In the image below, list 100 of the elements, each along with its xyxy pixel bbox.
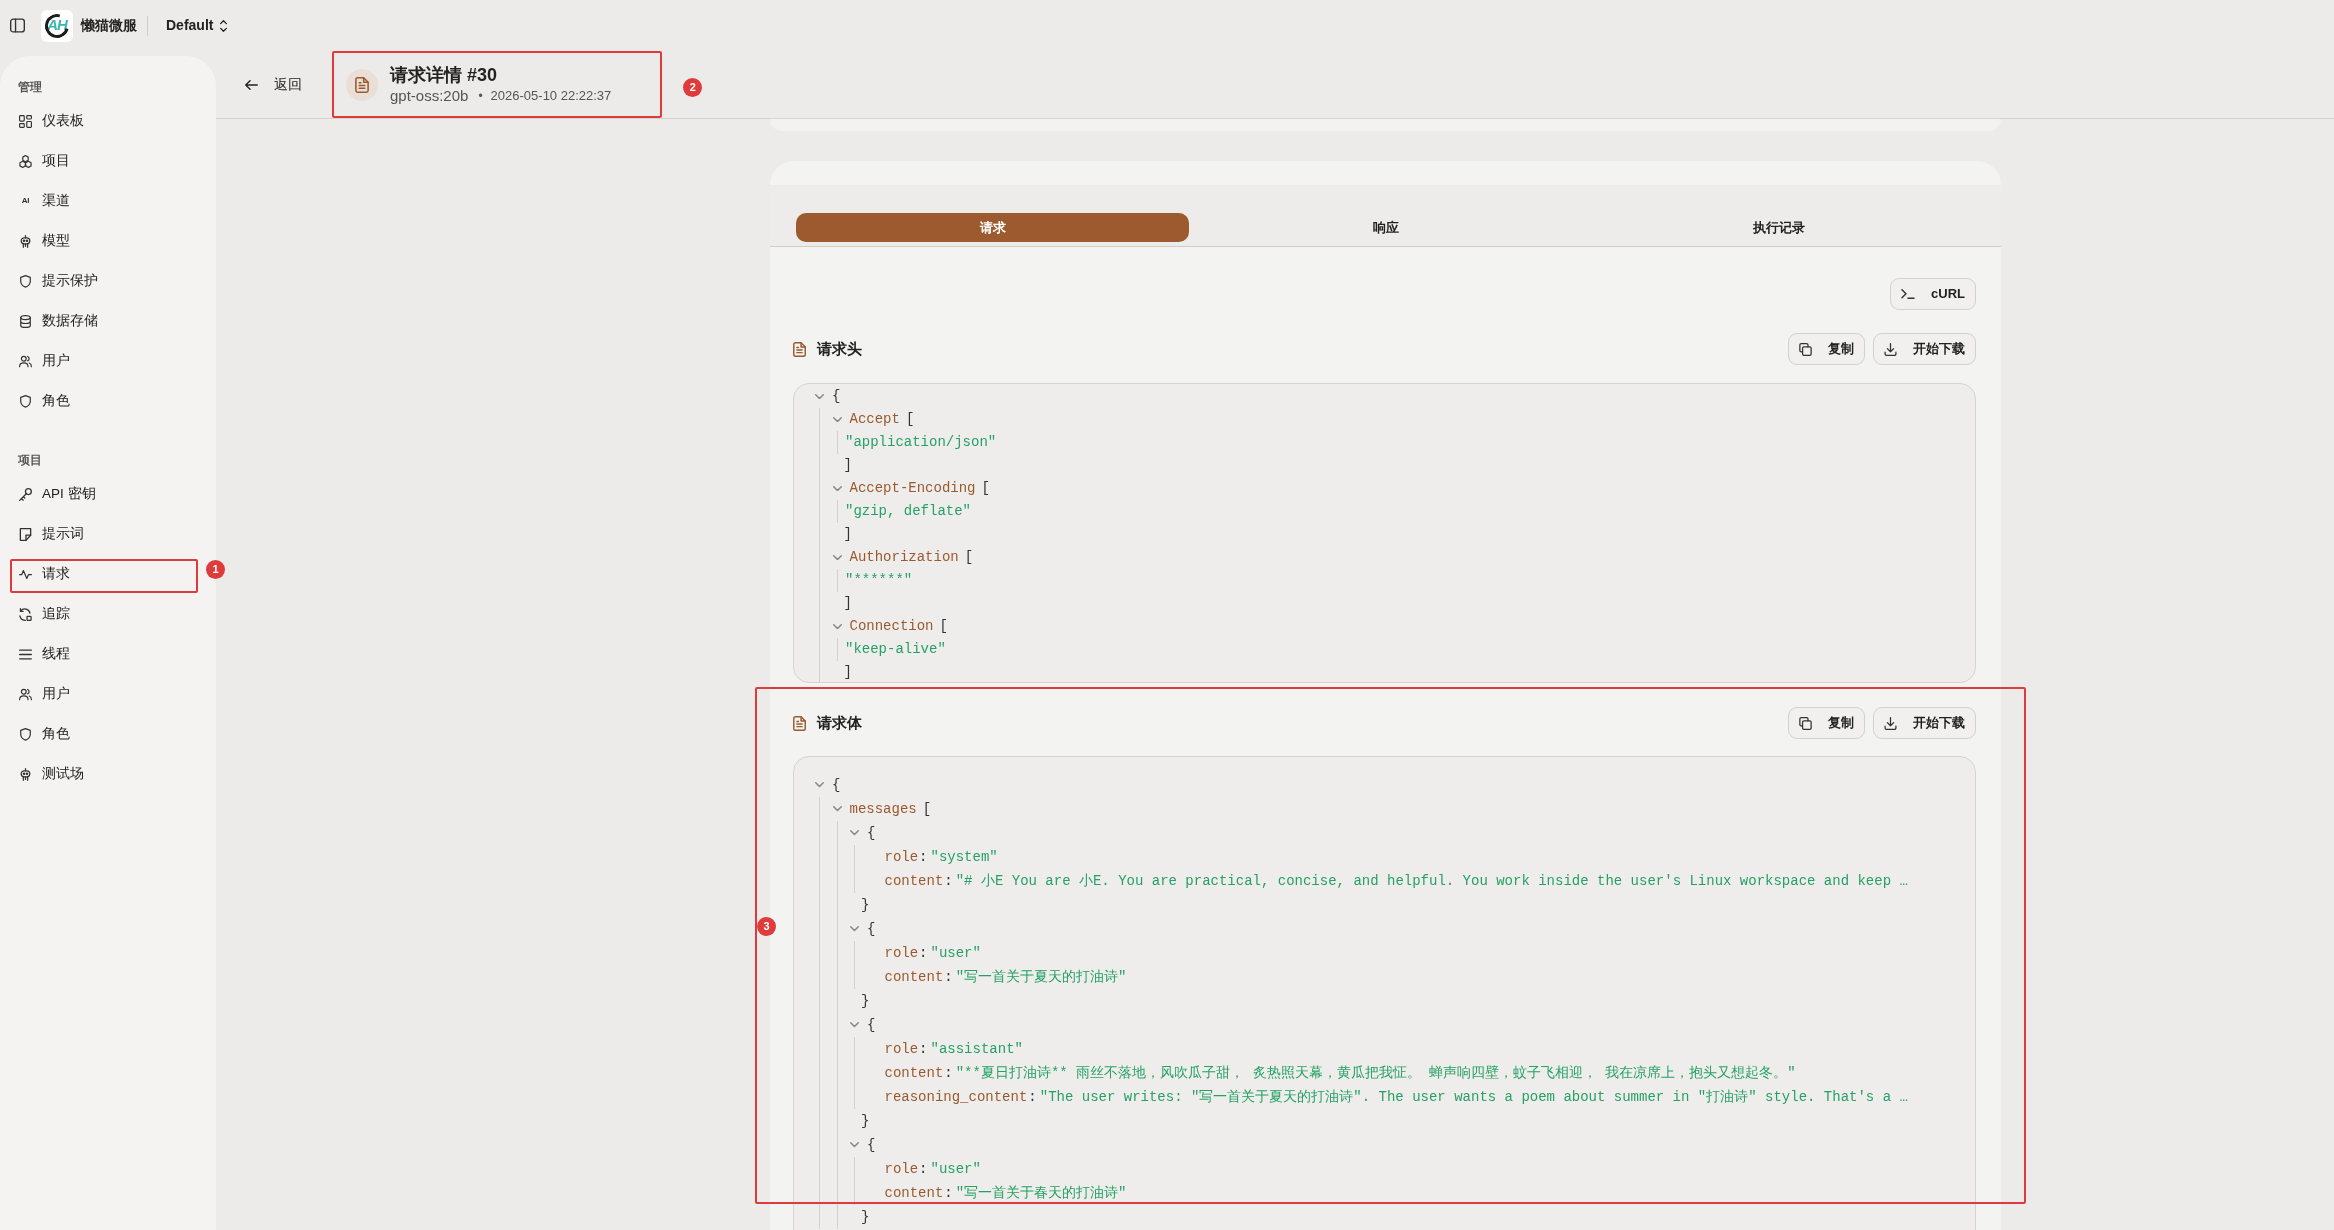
json-string: "user" (930, 1159, 981, 1179)
chevron-down-icon[interactable] (850, 1022, 859, 1028)
json-string: "The user writes: "写一首关于夏天的打油诗". The user wants a poem about summer in "打油诗" style. That's a … (1039, 1087, 1908, 1107)
annotation-badge: 3 (757, 917, 776, 936)
curl-button[interactable]: cURL (1890, 278, 1976, 310)
json-colon: : (919, 847, 928, 867)
json-key: role (884, 846, 919, 868)
json-key: Accept (849, 409, 900, 430)
logo: AH (41, 9, 73, 42)
database-icon (19, 314, 32, 328)
sidebar-item[interactable]: 项目 (10, 141, 198, 181)
copy-icon (1799, 716, 1812, 730)
back-button[interactable]: 返回 (245, 74, 302, 95)
sidebar-item[interactable]: 提示词 (10, 514, 198, 554)
sidebar-item[interactable]: 仪表板 (10, 101, 198, 141)
json-colon: : (1028, 1087, 1037, 1107)
tab[interactable]: 执行记录 (1582, 213, 1975, 242)
annotation-badge: 1 (206, 560, 225, 579)
document-icon (793, 715, 806, 731)
sidebar-item[interactable]: AI 渠道 (10, 181, 198, 221)
json-colon: : (944, 967, 953, 987)
sidebar-item[interactable]: 模型 (10, 221, 198, 261)
json-key: role (884, 1038, 919, 1060)
json-colon: : (919, 943, 928, 963)
chevron-down-icon[interactable] (832, 806, 842, 812)
json-key: Connection (849, 616, 934, 637)
sidebar-item[interactable]: 用户 (10, 341, 198, 381)
json-colon: : (944, 1063, 953, 1083)
sidebar-item[interactable]: 追踪 (10, 594, 198, 634)
download-icon (1884, 716, 1897, 730)
json-key: content (884, 966, 944, 988)
json-key: messages (849, 798, 917, 820)
list-icon (19, 647, 32, 661)
users-icon (19, 687, 32, 701)
workspace-selector[interactable]: Default (166, 15, 228, 36)
page-title: 请求详情 #30 (390, 63, 499, 86)
json-string: "application/json" (845, 433, 997, 452)
separator-dot: • (478, 87, 483, 105)
sidebar-toggle-icon[interactable] (10, 18, 25, 33)
copy-button[interactable]: 复制 (1788, 707, 1865, 739)
json-colon: : (919, 1039, 928, 1059)
json-key: Accept-Encoding (849, 478, 976, 499)
json-string: "user" (930, 943, 981, 963)
chevron-down-icon[interactable] (850, 926, 859, 932)
annotation-badge: 2 (683, 78, 703, 97)
tab[interactable]: 响应 (1189, 213, 1582, 242)
section-title: 项目 (17, 453, 43, 468)
json-string: "******" (845, 571, 913, 590)
copy-button[interactable]: 复制 (1788, 333, 1865, 365)
chevron-down-icon[interactable] (850, 1142, 859, 1148)
sidebar-item[interactable]: 角色 (10, 381, 198, 421)
download-button[interactable]: 开始下载 (1873, 333, 1976, 365)
shield-icon (19, 727, 32, 741)
json-colon: : (944, 871, 953, 891)
chevron-down-icon[interactable] (832, 485, 842, 492)
sidebar-item[interactable]: 提示保护 (10, 261, 198, 301)
model-name: gpt-oss:20b (390, 85, 469, 106)
sidebar-item[interactable]: 请求 (10, 554, 198, 594)
sidebar-item[interactable]: 用户 (10, 674, 198, 714)
users-icon (19, 354, 32, 368)
json-bracket: [ (939, 617, 948, 636)
sidebar-item[interactable]: API 密钥 (10, 474, 198, 514)
section-title: 请求体 (817, 712, 862, 733)
sidebar-item[interactable]: 测试场 (10, 754, 198, 794)
json-string: "写一首关于夏天的打油诗" (955, 967, 1127, 987)
json-key: reasoning_content (884, 1086, 1028, 1108)
sidebar-item[interactable]: 数据存储 (10, 301, 198, 341)
json-string: "assistant" (930, 1039, 1023, 1059)
json-key: content (884, 1062, 944, 1084)
json-bracket: [ (964, 548, 974, 567)
sidebar-item[interactable]: 线程 (10, 634, 198, 674)
download-icon (1884, 342, 1897, 356)
json-string: "system" (930, 847, 998, 867)
tab[interactable]: 请求 (796, 213, 1189, 242)
cubes-icon (19, 154, 32, 168)
chevron-up-down-icon (220, 19, 228, 32)
download-button[interactable]: 开始下载 (1873, 707, 1976, 739)
json-bracket: ] (843, 456, 852, 475)
shield-icon (19, 394, 32, 408)
chevron-down-icon[interactable] (832, 416, 842, 423)
note-icon (19, 527, 32, 541)
json-bracket: { (832, 775, 841, 795)
json-string: "# 小E You are 小E. You are practical, concise, and helpful. You work inside the user's Linux workspace and keep … (955, 871, 1908, 891)
pulse-icon (19, 567, 32, 581)
json-colon: : (919, 1159, 928, 1179)
app-name: 懒猫微服 (81, 16, 137, 35)
chevron-down-icon[interactable] (815, 782, 824, 788)
chevron-down-icon[interactable] (850, 830, 859, 836)
json-bracket: } (861, 991, 870, 1011)
robot-icon (19, 767, 32, 781)
json-bracket: } (861, 1111, 870, 1131)
section-title: 管理 (17, 80, 43, 95)
copy-icon (1799, 342, 1812, 356)
chevron-down-icon[interactable] (832, 554, 842, 561)
chevron-down-icon[interactable] (815, 393, 824, 400)
key-icon (19, 487, 32, 501)
sidebar-item[interactable]: 角色 (10, 714, 198, 754)
chevron-down-icon[interactable] (832, 623, 842, 630)
json-bracket: ] (843, 663, 852, 682)
document-icon (346, 68, 378, 101)
